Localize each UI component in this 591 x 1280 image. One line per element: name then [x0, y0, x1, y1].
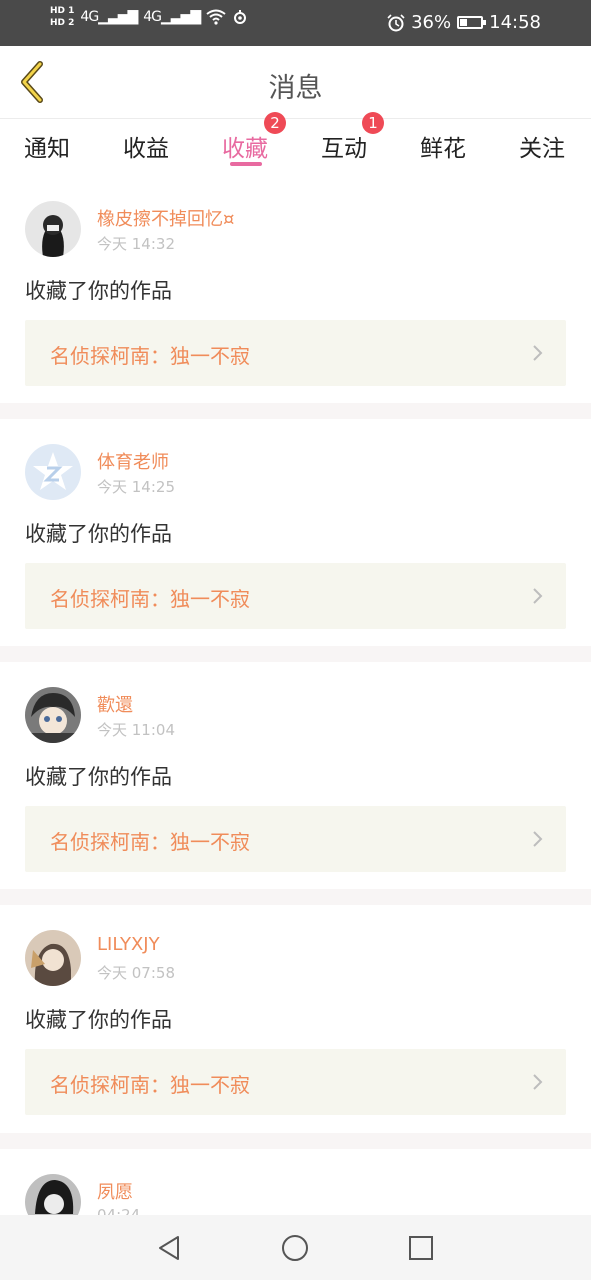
username[interactable]: 橡皮擦不掉回忆¤	[97, 205, 234, 231]
wifi-icon	[206, 9, 226, 25]
tab-interaction[interactable]: 互动	[321, 129, 367, 163]
chevron-right-icon	[533, 831, 543, 847]
chevron-right-icon	[533, 1074, 543, 1090]
signal1-label: 4G	[80, 9, 99, 25]
divider	[0, 889, 591, 905]
username[interactable]: LILYXJY	[97, 934, 160, 955]
battery-percent: 36%	[411, 12, 452, 33]
recents-square-icon[interactable]	[406, 1233, 436, 1263]
tab-bar: 通知 收益 收藏 2 互动 1 鲜花 关注	[0, 112, 591, 179]
signal2-label: 4G	[143, 9, 162, 25]
tab-interaction-badge: 1	[362, 112, 384, 134]
tab-notice[interactable]: 通知	[24, 129, 70, 163]
home-circle-icon[interactable]	[280, 1233, 310, 1263]
work-title: 名侦探柯南：独一不寂	[50, 830, 250, 854]
avatar[interactable]	[25, 1174, 81, 1215]
timestamp: 今天 14:32	[97, 235, 175, 253]
chevron-right-icon	[533, 345, 543, 361]
list-item: 橡皮擦不掉回忆¤ 今天 14:32 收藏了你的作品 名侦探柯南：独一不寂	[0, 201, 591, 403]
clock: 14:58	[489, 12, 541, 33]
work-card[interactable]: 名侦探柯南：独一不寂	[25, 1049, 566, 1115]
alarm-icon	[387, 13, 405, 31]
system-nav-bar	[0, 1215, 591, 1280]
tab-favorites-badge: 2	[264, 112, 286, 134]
hd-indicators: HD 1 HD 2	[50, 6, 74, 28]
back-triangle-icon[interactable]	[154, 1233, 184, 1263]
avatar[interactable]	[25, 687, 81, 743]
active-tab-indicator	[230, 162, 262, 166]
battery-fill	[460, 19, 468, 26]
timestamp: 今天 14:25	[97, 478, 175, 496]
page-title: 消息	[268, 73, 323, 104]
list-item: 体育老师 今天 14:25 收藏了你的作品 名侦探柯南：独一不寂	[0, 444, 591, 646]
signal-1: 4G▁▃▅▇	[80, 9, 138, 25]
work-card[interactable]: 名侦探柯南：独一不寂	[25, 563, 566, 629]
list-item: LILYXJY 今天 07:58 收藏了你的作品 名侦探柯南：独一不寂	[0, 930, 591, 1133]
tab-follow[interactable]: 关注	[519, 129, 565, 163]
work-title: 名侦探柯南：独一不寂	[50, 344, 250, 368]
status-left: HD 1 HD 2 4G▁▃▅▇ 4G▁▃▅▇	[50, 6, 248, 28]
header: 消息	[0, 46, 591, 119]
avatar[interactable]	[25, 930, 81, 986]
list-item: 夙愿 04:24	[0, 1174, 591, 1215]
chevron-right-icon	[533, 588, 543, 604]
work-card[interactable]: 名侦探柯南：独一不寂	[25, 320, 566, 386]
list-item: 歡還 今天 11:04 收藏了你的作品 名侦探柯南：独一不寂	[0, 687, 591, 889]
avatar[interactable]	[25, 444, 81, 500]
username[interactable]: 夙愿	[97, 1178, 133, 1204]
hd2-label: HD 2	[50, 18, 75, 28]
username[interactable]: 歡還	[97, 691, 133, 717]
tab-favorites[interactable]: 收藏	[222, 129, 268, 163]
timestamp: 今天 11:04	[97, 721, 175, 739]
action-text: 收藏了你的作品	[25, 1008, 172, 1032]
timestamp: 今天 07:58	[97, 964, 175, 982]
status-right: 36% 14:58	[387, 12, 541, 33]
divider	[0, 1133, 591, 1149]
avatar[interactable]	[25, 201, 81, 257]
action-text: 收藏了你的作品	[25, 279, 172, 303]
tab-earnings[interactable]: 收益	[123, 129, 169, 163]
timestamp: 04:24	[97, 1206, 141, 1215]
work-card[interactable]: 名侦探柯南：独一不寂	[25, 806, 566, 872]
username[interactable]: 体育老师	[97, 448, 169, 474]
hd1-label: HD 1	[50, 6, 75, 16]
hotspot-icon	[234, 10, 247, 24]
battery-icon	[457, 16, 487, 29]
signal-2: 4G▁▃▅▇	[143, 9, 201, 25]
action-text: 收藏了你的作品	[25, 765, 172, 789]
action-text: 收藏了你的作品	[25, 522, 172, 546]
work-title: 名侦探柯南：独一不寂	[50, 587, 250, 611]
status-bar: HD 1 HD 2 4G▁▃▅▇ 4G▁▃▅▇ 36% 14:58	[0, 0, 591, 46]
divider	[0, 646, 591, 662]
divider	[0, 403, 591, 419]
tab-flowers[interactable]: 鲜花	[420, 129, 466, 163]
work-title: 名侦探柯南：独一不寂	[50, 1073, 250, 1097]
